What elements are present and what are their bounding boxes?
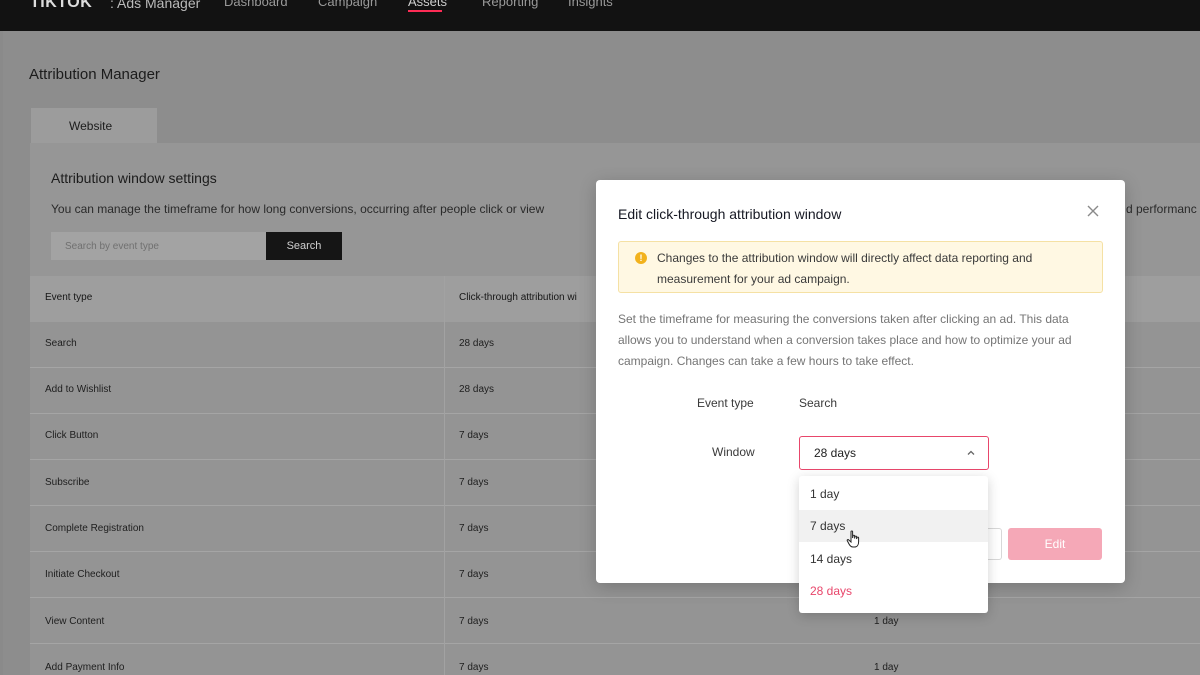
- cell-click-window: 7 days: [459, 569, 489, 580]
- cell-click-window: 7 days: [459, 662, 489, 673]
- nav-active-indicator: [408, 10, 442, 12]
- header-event-type: Event type: [45, 292, 93, 303]
- cell-event: Search: [45, 338, 77, 349]
- cell-event: Click Button: [45, 430, 99, 441]
- cell-click-window: 7 days: [459, 430, 489, 441]
- event-type-label: Event type: [697, 396, 754, 410]
- header-click-through: Click-through attribution wi: [459, 292, 577, 303]
- cancel-button[interactable]: [986, 528, 1002, 560]
- table-row[interactable]: [30, 644, 1200, 675]
- cell-click-window: 7 days: [459, 477, 489, 488]
- page-title: Attribution Manager: [29, 66, 160, 83]
- section-title: Attribution window settings: [51, 170, 217, 186]
- option-28-days[interactable]: 28 days: [799, 575, 988, 607]
- window-select-value: 28 days: [814, 446, 857, 460]
- option-7-days[interactable]: 7 days: [799, 510, 988, 542]
- cell-event: Initiate Checkout: [45, 569, 120, 580]
- section-description: You can manage the timeframe for how lon…: [51, 202, 545, 216]
- window-label: Window: [712, 445, 755, 459]
- cell-view-window: 1 day: [874, 616, 899, 627]
- option-14-days[interactable]: 14 days: [799, 543, 988, 575]
- cell-click-window: 28 days: [459, 384, 495, 395]
- event-type-value: Search: [799, 396, 838, 410]
- nav-assets[interactable]: Assets: [408, 0, 447, 9]
- warning-alert: ! Changes to the attribution window will…: [618, 241, 1103, 293]
- option-1-day[interactable]: 1 day: [799, 478, 988, 510]
- cell-event: Subscribe: [45, 477, 90, 488]
- cell-click-window: 7 days: [459, 523, 489, 534]
- window-select[interactable]: 28 days: [799, 436, 989, 470]
- nav-reporting[interactable]: Reporting: [482, 0, 538, 9]
- cell-click-window: 28 days: [459, 338, 495, 349]
- table-row[interactable]: [30, 598, 1200, 644]
- search-button[interactable]: Search: [266, 232, 342, 260]
- column-divider: [444, 276, 445, 675]
- alert-text: Changes to the attribution window will d…: [657, 251, 1033, 286]
- close-icon[interactable]: [1084, 202, 1102, 220]
- nav-campaign[interactable]: Campaign: [318, 0, 377, 9]
- window-dropdown: 1 day 7 days 14 days 28 days: [799, 476, 988, 613]
- cell-event: View Content: [45, 616, 105, 627]
- chevron-up-icon: [967, 450, 975, 455]
- modal-title: Edit click-through attribution window: [618, 206, 842, 222]
- section-description-tail: d performanc: [1126, 202, 1197, 216]
- cell-view-window: 1 day: [874, 662, 899, 673]
- tab-website-label: Website: [69, 119, 113, 133]
- brand-subtitle: : Ads Manager: [110, 0, 201, 11]
- nav-insights[interactable]: Insights: [568, 0, 613, 9]
- brand-logo[interactable]: TIKTOK: [30, 0, 92, 12]
- warning-icon: !: [635, 252, 647, 264]
- cell-event: Complete Registration: [45, 523, 144, 534]
- top-nav: TIKTOK : Ads Manager Dashboard Campaign …: [0, 0, 1200, 31]
- hand-cursor-icon: [846, 530, 860, 548]
- edit-button[interactable]: Edit: [1008, 528, 1102, 560]
- cell-click-window: 7 days: [459, 616, 489, 627]
- nav-dashboard[interactable]: Dashboard: [224, 0, 288, 9]
- modal-description: Set the timeframe for measuring the conv…: [618, 312, 1072, 368]
- search-input[interactable]: [51, 232, 267, 260]
- cell-event: Add Payment Info: [45, 662, 125, 673]
- cell-event: Add to Wishlist: [45, 384, 112, 395]
